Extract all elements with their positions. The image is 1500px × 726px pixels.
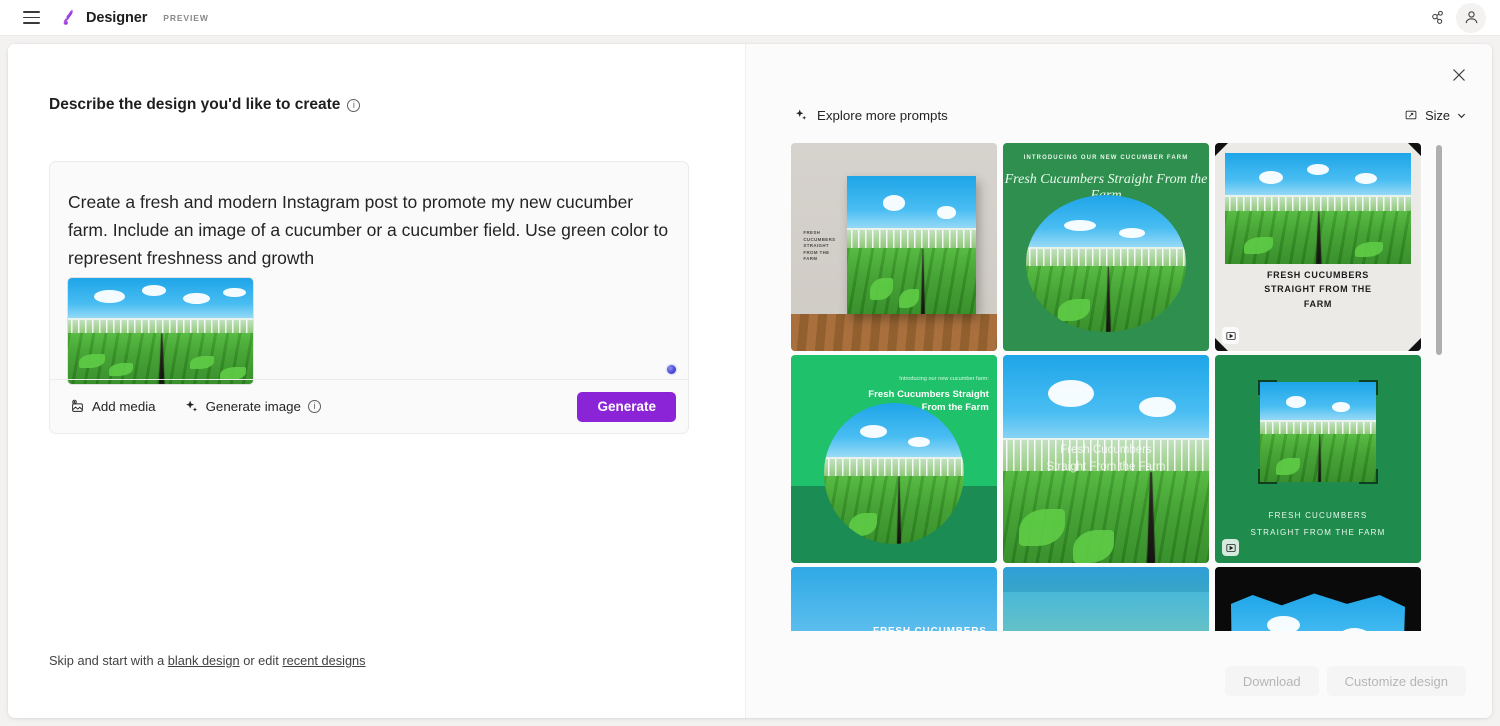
results-footer-actions: Download Customize design bbox=[1225, 666, 1466, 696]
selection-corner-marker bbox=[1215, 143, 1228, 156]
design-caption: FRESH CUCUMBERS STRAIGHT FROM THE FARM bbox=[1225, 507, 1410, 541]
close-icon[interactable] bbox=[1448, 64, 1470, 86]
design-eyebrow: INTRODUCING OUR NEW CUCUMBER FARM bbox=[1003, 155, 1209, 161]
design-result-card[interactable]: Fresh Cucumbers Straight From the bbox=[1003, 567, 1209, 631]
recent-designs-link[interactable]: recent designs bbox=[282, 653, 365, 668]
design-result-card[interactable]: Fresh Cucumbers Straight From the Farm bbox=[1003, 355, 1209, 563]
gallery-scrollbar-thumb[interactable] bbox=[1436, 145, 1442, 355]
attached-image-thumbnail[interactable] bbox=[67, 277, 254, 385]
size-image-icon bbox=[1404, 108, 1418, 122]
design-result-card[interactable]: FRESH CUCUMBERS STRAIGHT FROM THE FARM bbox=[791, 567, 997, 631]
add-media-button[interactable]: Add media bbox=[64, 394, 162, 419]
photo-corner-bracket bbox=[1258, 380, 1277, 395]
download-button[interactable]: Download bbox=[1225, 666, 1319, 696]
results-pane: Explore more prompts Size bbox=[745, 44, 1492, 718]
hamburger-menu-icon[interactable] bbox=[14, 1, 48, 35]
generate-button[interactable]: Generate bbox=[577, 392, 676, 422]
design-caption: FRESH CUCUMBERS STRAIGHT FROM THE FARM bbox=[803, 230, 844, 262]
cucumber-field-artwork bbox=[68, 278, 253, 384]
photo-corner-bracket bbox=[1359, 380, 1378, 395]
design-result-card[interactable]: Introducing our new cucumber farm: Fresh… bbox=[791, 355, 997, 563]
design-result-card[interactable] bbox=[1215, 567, 1421, 631]
video-badge-icon[interactable] bbox=[1222, 539, 1239, 556]
composer-toolbar: Add media Generate image i Generate bbox=[50, 379, 688, 433]
design-result-card[interactable]: FRESH CUCUMBERS STRAIGHT FROM THE FARM bbox=[1215, 355, 1421, 563]
design-result-card[interactable]: INTRODUCING OUR NEW CUCUMBER FARM Fresh … bbox=[1003, 143, 1209, 351]
designer-logo-icon bbox=[60, 8, 79, 27]
prompt-pane: Describe the design you'd like to create… bbox=[8, 44, 745, 718]
page-title: Describe the design you'd like to create… bbox=[49, 96, 360, 114]
brand: Designer bbox=[60, 8, 147, 27]
design-result-card[interactable]: FRESH CUCUMBERS STRAIGHT FROM THE FARM bbox=[791, 143, 997, 351]
main-dialog: Describe the design you'd like to create… bbox=[8, 44, 1492, 718]
info-icon[interactable]: i bbox=[308, 400, 321, 413]
sparkle-icon bbox=[794, 108, 808, 122]
design-eyebrow: Introducing our new cucumber farm: bbox=[861, 376, 989, 382]
explore-more-prompts-button[interactable]: Explore more prompts bbox=[794, 108, 948, 123]
prompt-loading-indicator bbox=[667, 365, 676, 374]
sparkle-icon bbox=[184, 399, 199, 414]
page-title-text: Describe the design you'd like to create bbox=[49, 96, 340, 114]
results-toolbar: Explore more prompts Size bbox=[794, 104, 1466, 126]
selection-corner-marker bbox=[1408, 338, 1421, 351]
add-media-icon bbox=[70, 399, 85, 414]
prompt-composer[interactable]: Create a fresh and modern Instagram post… bbox=[49, 161, 689, 434]
skip-prefix-text: Skip and start with a bbox=[49, 653, 168, 668]
add-media-label: Add media bbox=[92, 399, 156, 414]
selection-corner-marker bbox=[1408, 143, 1421, 156]
size-dropdown[interactable]: Size bbox=[1404, 108, 1466, 123]
blank-design-link[interactable]: blank design bbox=[168, 653, 240, 668]
account-person-icon[interactable] bbox=[1456, 3, 1486, 33]
video-badge-icon[interactable] bbox=[1222, 327, 1239, 344]
size-label: Size bbox=[1425, 108, 1450, 123]
brand-name: Designer bbox=[86, 10, 147, 26]
results-gallery[interactable]: FRESH CUCUMBERS STRAIGHT FROM THE FARM I… bbox=[791, 143, 1483, 631]
preview-badge: PREVIEW bbox=[163, 13, 209, 23]
explore-more-prompts-label: Explore more prompts bbox=[817, 108, 948, 123]
design-caption: FRESH CUCUMBERS STRAIGHT FROM THE FARM bbox=[838, 625, 986, 631]
skip-start-row: Skip and start with a blank design or ed… bbox=[49, 653, 366, 668]
app-header-actions bbox=[1422, 3, 1500, 33]
connections-icon[interactable] bbox=[1422, 3, 1452, 33]
generate-image-label: Generate image bbox=[206, 399, 301, 414]
photo-corner-bracket bbox=[1359, 469, 1378, 484]
design-caption: FRESH CUCUMBERS STRAIGHT FROM THE FARM bbox=[1225, 268, 1410, 312]
design-caption: Fresh Cucumbers Straight From the Farm bbox=[1015, 442, 1196, 476]
photo-corner-bracket bbox=[1258, 469, 1277, 484]
app-header: Designer PREVIEW bbox=[0, 0, 1500, 36]
info-icon[interactable]: i bbox=[347, 99, 360, 112]
generate-image-button[interactable]: Generate image i bbox=[178, 394, 327, 419]
design-result-card-selected[interactable]: FRESH CUCUMBERS STRAIGHT FROM THE FARM bbox=[1215, 143, 1421, 351]
customize-design-button[interactable]: Customize design bbox=[1327, 666, 1466, 696]
skip-middle-text: or edit bbox=[240, 653, 283, 668]
chevron-down-icon bbox=[1457, 111, 1466, 120]
prompt-input[interactable]: Create a fresh and modern Instagram post… bbox=[68, 188, 670, 272]
